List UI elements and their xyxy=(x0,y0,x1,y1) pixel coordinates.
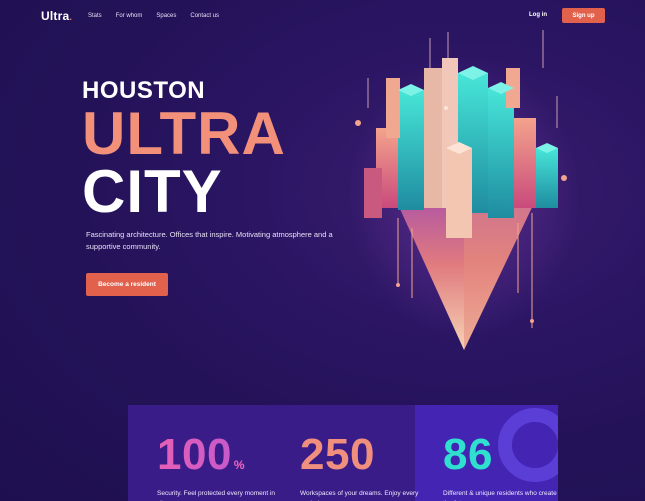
floating-city-illustration xyxy=(349,30,579,350)
logo-dot: . xyxy=(69,12,73,22)
stat-value: 250 xyxy=(300,433,420,477)
signup-button[interactable]: Sign up xyxy=(562,8,605,23)
become-resident-button[interactable]: Become a resident xyxy=(86,273,168,296)
stat-security: 100% Security. Feel protected every mome… xyxy=(157,433,277,501)
stat-residents: 86 Different & unique residents who crea… xyxy=(443,433,563,501)
stat-number: 250 xyxy=(300,430,375,479)
stat-number: 86 xyxy=(443,430,493,479)
stat-label: Workspaces of your dreams. Enjoy every w… xyxy=(300,490,419,501)
nav-link-stats[interactable]: Stats xyxy=(88,13,102,19)
stat-value: 100% xyxy=(157,433,277,477)
stat-label: Security. Feel protected every moment in… xyxy=(157,490,276,501)
nav-link-spaces[interactable]: Spaces xyxy=(156,13,176,19)
logo-text: Ultra xyxy=(41,9,70,23)
nav-link-for-whom[interactable]: For whom xyxy=(116,13,143,19)
stat-label: Different & unique residents who create … xyxy=(443,490,557,501)
stat-value: 86 xyxy=(443,433,563,477)
hero-title-line2: ULTRA xyxy=(82,100,286,167)
hero-title-line3: CITY xyxy=(82,158,223,225)
stat-number: 100 xyxy=(157,430,232,479)
nav-link-contact[interactable]: Contact us xyxy=(190,13,219,19)
logo[interactable]: Ultra. xyxy=(41,9,72,23)
stat-suffix: % xyxy=(233,458,246,472)
hero-description: Fascinating architecture. Offices that i… xyxy=(86,230,333,251)
login-link[interactable]: Log in xyxy=(529,12,547,18)
nav-links: Stats For whom Spaces Contact us xyxy=(88,13,219,19)
stat-workspaces: 250 Workspaces of your dreams. Enjoy eve… xyxy=(300,433,420,501)
